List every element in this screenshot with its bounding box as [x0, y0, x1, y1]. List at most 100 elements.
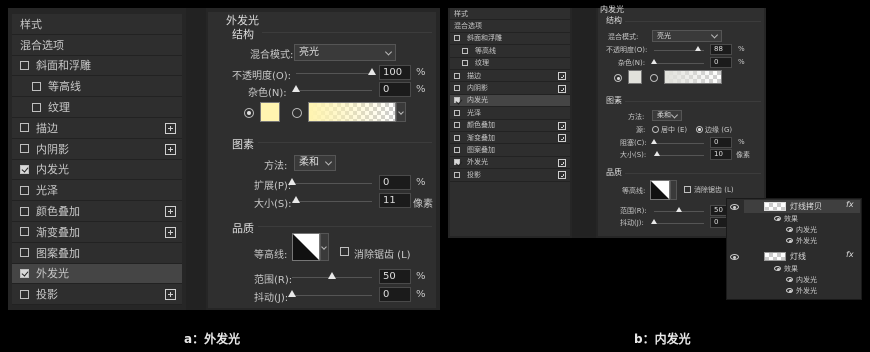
sidebar-item[interactable]: 混合选项 — [450, 20, 570, 33]
sidebar-item[interactable]: 渐变叠加 — [450, 132, 570, 145]
left-noise-thumb[interactable] — [292, 85, 300, 92]
right-opacity-thumb[interactable] — [695, 46, 701, 51]
fx-icon[interactable]: fx — [846, 200, 854, 209]
right-color-radio[interactable] — [614, 74, 622, 82]
left-opacity-input[interactable]: 100 — [379, 65, 411, 80]
plus-icon[interactable] — [165, 289, 176, 301]
eye-icon[interactable] — [774, 266, 781, 271]
left-opacity-thumb[interactable] — [368, 68, 376, 75]
right-glow-color-swatch[interactable] — [628, 70, 642, 84]
checkbox[interactable] — [454, 122, 460, 129]
sidebar-item[interactable]: 外发光 — [450, 157, 570, 170]
sidebar-item[interactable]: 斜面和浮雕 — [450, 33, 570, 46]
sidebar-item[interactable]: 内阴影 — [450, 82, 570, 95]
eye-icon[interactable] — [786, 277, 793, 282]
sidebar-item[interactable]: 样式 — [12, 14, 182, 35]
left-size-slider[interactable] — [292, 201, 372, 202]
sidebar-item[interactable]: 颜色叠加 — [450, 120, 570, 132]
left-method-select[interactable]: 柔和 — [294, 155, 336, 171]
sidebar-item[interactable]: 样式 — [450, 8, 570, 21]
left-glow-color-swatch[interactable] — [260, 102, 280, 122]
sidebar-item[interactable]: 内发光 — [12, 160, 182, 181]
checkbox[interactable] — [454, 109, 460, 116]
right-jitter-thumb[interactable] — [651, 219, 657, 224]
checkbox[interactable] — [32, 102, 41, 112]
sidebar-item[interactable]: 投影 — [12, 284, 182, 306]
checkbox[interactable] — [20, 185, 29, 195]
sidebar-item[interactable]: 纹理 — [12, 97, 182, 118]
right-jitter-slider[interactable] — [654, 223, 704, 224]
eye-icon[interactable] — [730, 204, 739, 210]
right-size-slider[interactable] — [654, 155, 704, 156]
left-gradient-dropdown[interactable] — [396, 102, 406, 122]
right-choke-thumb[interactable] — [651, 139, 657, 144]
right-opacity-input[interactable]: 88 — [710, 44, 732, 55]
plus-icon[interactable] — [558, 134, 566, 143]
sidebar-item[interactable]: 光泽 — [450, 107, 570, 120]
right-source-center-radio[interactable] — [652, 126, 659, 133]
left-size-thumb[interactable] — [292, 196, 300, 203]
plus-icon[interactable] — [165, 143, 176, 155]
sidebar-item[interactable]: 等高线 — [12, 76, 182, 98]
right-antialias-checkbox[interactable] — [684, 186, 691, 193]
left-color-radio[interactable] — [244, 108, 254, 118]
eye-icon[interactable] — [786, 238, 793, 243]
sidebar-item[interactable]: 渐变叠加 — [12, 222, 182, 243]
right-noise-input[interactable]: 0 — [710, 57, 732, 68]
right-choke-slider[interactable] — [654, 143, 704, 144]
left-jitter-input[interactable]: 0 — [379, 287, 411, 302]
sidebar-item[interactable]: 光泽 — [12, 180, 182, 202]
sidebar-item[interactable]: 投影 — [450, 169, 570, 182]
sidebar-item[interactable]: 等高线 — [450, 45, 570, 58]
eye-icon[interactable] — [774, 216, 781, 221]
plus-icon[interactable] — [558, 171, 566, 180]
plus-icon[interactable] — [558, 72, 566, 81]
right-source-edge-radio[interactable] — [696, 126, 703, 133]
checkbox[interactable] — [20, 268, 29, 278]
checkbox[interactable] — [454, 171, 460, 178]
eye-icon[interactable] — [730, 254, 739, 260]
left-blend-mode-select[interactable]: 亮光 — [294, 44, 396, 61]
left-noise-slider[interactable] — [296, 90, 372, 91]
eye-icon[interactable] — [786, 288, 793, 293]
checkbox[interactable] — [462, 60, 468, 67]
eye-icon[interactable] — [786, 227, 793, 232]
left-antialias-checkbox[interactable] — [340, 247, 349, 256]
right-blend-mode-select[interactable]: 亮光 — [652, 30, 722, 42]
plus-icon[interactable] — [165, 206, 176, 218]
checkbox[interactable] — [462, 47, 468, 54]
checkbox[interactable] — [20, 164, 29, 174]
left-spread-input[interactable]: 0 — [379, 175, 411, 190]
checkbox[interactable] — [20, 248, 29, 258]
left-contour-picker[interactable] — [292, 233, 320, 261]
left-contour-dropdown[interactable] — [320, 233, 329, 261]
checkbox[interactable] — [20, 144, 29, 154]
right-size-thumb[interactable] — [653, 151, 660, 156]
plus-icon[interactable] — [558, 121, 566, 130]
sidebar-item[interactable]: 斜面和浮雕 — [12, 56, 182, 77]
fx-icon[interactable]: fx — [846, 250, 854, 259]
right-choke-input[interactable]: 0 — [710, 137, 732, 148]
plus-icon[interactable] — [558, 84, 566, 93]
plus-icon[interactable] — [165, 122, 176, 134]
right-noise-thumb[interactable] — [651, 59, 657, 64]
left-opacity-slider[interactable] — [296, 73, 372, 74]
sidebar-item[interactable]: 颜色叠加 — [12, 201, 182, 222]
checkbox[interactable] — [20, 289, 29, 299]
right-noise-slider[interactable] — [654, 63, 704, 64]
checkbox[interactable] — [20, 60, 29, 70]
sidebar-item[interactable]: 内发光 — [450, 94, 570, 108]
plus-icon[interactable] — [558, 158, 566, 167]
right-range-thumb[interactable] — [676, 207, 682, 212]
right-gradient-swatch[interactable] — [664, 70, 722, 84]
left-spread-thumb[interactable] — [288, 178, 296, 185]
sidebar-item[interactable]: 描边 — [12, 118, 182, 139]
right-gradient-radio[interactable] — [650, 74, 658, 82]
sidebar-item[interactable]: 内阴影 — [12, 139, 182, 160]
right-contour-dropdown[interactable] — [670, 180, 677, 200]
left-gradient-swatch[interactable] — [308, 102, 396, 122]
checkbox[interactable] — [454, 134, 460, 141]
left-size-input[interactable]: 11 — [379, 193, 411, 208]
right-contour-picker[interactable] — [650, 180, 670, 200]
left-range-thumb[interactable] — [328, 272, 336, 279]
